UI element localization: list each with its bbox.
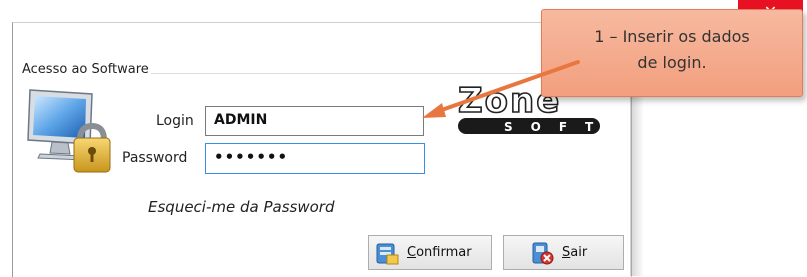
exit-icon	[532, 242, 554, 264]
confirm-button[interactable]: Confirmar	[368, 235, 492, 270]
callout-line-1: 1 – Inserir os dados	[594, 27, 750, 46]
login-label: Login	[156, 113, 194, 129]
password-input[interactable]: •••••••	[205, 143, 425, 174]
group-title: Acesso ao Software	[20, 62, 151, 77]
annotation-callout: 1 – Inserir os dados de login.	[541, 9, 803, 97]
callout-line-2: de login.	[637, 53, 707, 72]
exit-button[interactable]: Sair	[503, 235, 624, 270]
login-input[interactable]: ADMIN	[205, 106, 424, 136]
password-label: Password	[122, 150, 188, 166]
monitor-lock-icon	[27, 89, 111, 173]
confirm-icon	[376, 243, 399, 264]
logo-subtext: SOFT	[504, 120, 604, 134]
exit-label: Sair	[562, 245, 588, 260]
confirm-label: Confirmar	[407, 245, 472, 260]
forgot-password-link[interactable]: Esqueci-me da Password	[148, 198, 334, 216]
